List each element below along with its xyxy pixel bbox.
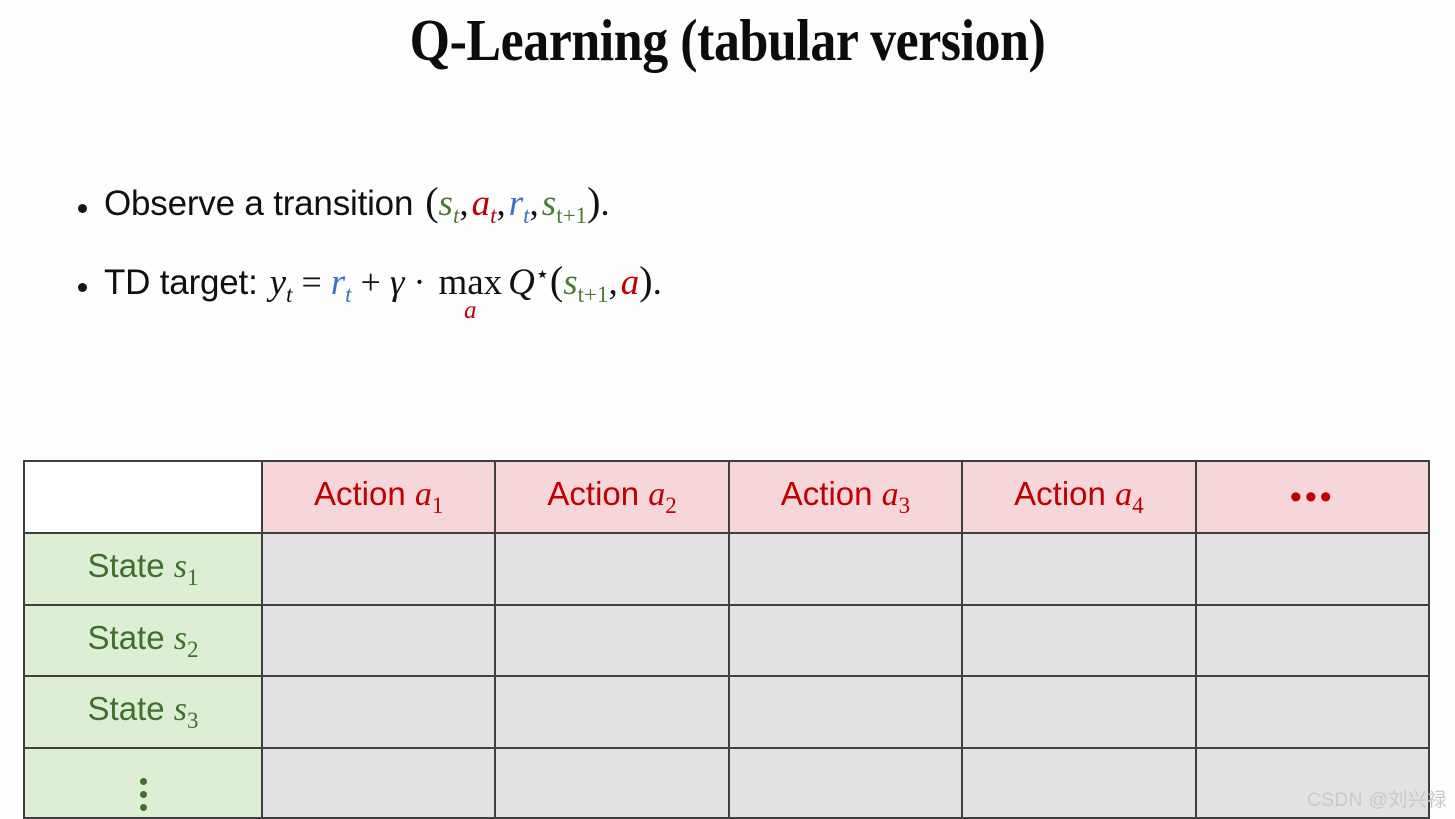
comma-2: , bbox=[496, 183, 506, 224]
close-paren: ) bbox=[587, 179, 601, 224]
header-label: Action bbox=[780, 475, 873, 512]
table-row-label-state-2: State s2 bbox=[23, 604, 263, 677]
table-cell[interactable] bbox=[1194, 675, 1431, 749]
max-operator: max a bbox=[438, 262, 503, 325]
vertical-ellipsis-icon bbox=[139, 778, 147, 811]
max-subscript-a: a bbox=[464, 297, 477, 325]
state-symbol: s2 bbox=[173, 619, 199, 662]
symbol-state-t: st bbox=[438, 183, 460, 228]
comma-1: , bbox=[459, 183, 469, 224]
table-row bbox=[23, 747, 1431, 819]
bullet-1-lead: Observe a transition bbox=[104, 184, 414, 223]
bullet-dot-icon bbox=[78, 283, 87, 292]
symbol-q-star: Q⋆ bbox=[508, 262, 550, 303]
header-symbol: a3 bbox=[881, 476, 911, 518]
table-row: State s1 bbox=[23, 532, 1431, 606]
bullet-dot-icon bbox=[78, 204, 87, 213]
state-symbol: s3 bbox=[173, 691, 199, 733]
header-symbol: a4 bbox=[1115, 476, 1144, 518]
table-header-action-2: Action a2 bbox=[494, 460, 730, 534]
table-header-row: Action a1 Action a2 Action a3 Action a4 … bbox=[23, 460, 1431, 534]
period-2: . bbox=[652, 262, 662, 303]
table-cell[interactable] bbox=[494, 604, 730, 677]
table-cell[interactable] bbox=[260, 604, 497, 677]
cdot-sign: · bbox=[413, 262, 426, 302]
bullet-td-target: TD target: yt = rt + γ · max a Q⋆ ( st+1… bbox=[78, 261, 1378, 323]
open-paren: ( bbox=[549, 258, 564, 303]
table-corner-cell bbox=[23, 460, 263, 534]
table-cell[interactable] bbox=[260, 675, 497, 749]
bullet-td-target-text: TD target: yt = rt + γ · max a Q⋆ ( st+1… bbox=[104, 258, 662, 325]
table-header-more-actions: ••• bbox=[1194, 460, 1431, 534]
table-cell[interactable] bbox=[260, 532, 497, 606]
symbol-gamma: γ bbox=[389, 262, 405, 303]
page-title: Q-Learning (tabular version) bbox=[409, 7, 1046, 73]
table-header-action-1: Action a1 bbox=[260, 460, 497, 534]
close-paren: ) bbox=[639, 258, 653, 303]
table-cell[interactable] bbox=[494, 747, 730, 819]
period-1: . bbox=[600, 183, 610, 224]
header-label: Action bbox=[547, 475, 640, 512]
table-cell[interactable] bbox=[961, 675, 1197, 749]
table-cell[interactable] bbox=[260, 747, 497, 819]
bullet-list: Observe a transition ( st , at , rt , st… bbox=[78, 182, 1378, 357]
table-header-action-4: Action a4 bbox=[961, 460, 1197, 534]
table-cell[interactable] bbox=[961, 532, 1197, 606]
table-row: State s3 bbox=[23, 675, 1431, 749]
state-symbol: s1 bbox=[173, 548, 199, 590]
symbol-action-a: a bbox=[620, 262, 640, 303]
table-header-action-3: Action a3 bbox=[727, 460, 964, 534]
open-paren: ( bbox=[425, 179, 439, 224]
max-label: max bbox=[438, 262, 503, 303]
symbol-reward-t: rt bbox=[330, 262, 352, 307]
equals-sign: = bbox=[301, 262, 322, 302]
table-row-label-state-3: State s3 bbox=[23, 675, 263, 749]
symbol-action-t: at bbox=[471, 183, 497, 228]
q-value-table: Action a1 Action a2 Action a3 Action a4 … bbox=[23, 460, 1431, 819]
header-symbol: a2 bbox=[648, 476, 677, 518]
comma-3: , bbox=[529, 183, 539, 224]
comma-4: , bbox=[608, 262, 618, 303]
table-cell[interactable] bbox=[1194, 532, 1431, 606]
table-row-label-more-states bbox=[23, 747, 263, 819]
symbol-reward-t: rt bbox=[508, 183, 530, 228]
header-label: Action bbox=[1014, 475, 1106, 512]
table-cell[interactable] bbox=[961, 747, 1197, 819]
symbol-state-t-plus-1: st+1 bbox=[563, 262, 609, 307]
symbol-state-t-plus-1: st+1 bbox=[541, 183, 588, 228]
csdn-watermark: CSDN @刘兴禄 bbox=[1307, 790, 1447, 811]
table-cell[interactable] bbox=[494, 532, 730, 606]
bullet-2-lead: TD target: bbox=[104, 263, 258, 302]
table-cell[interactable] bbox=[1194, 604, 1431, 677]
table-cell[interactable] bbox=[727, 747, 964, 819]
bullet-observe-transition: Observe a transition ( st , at , rt , st… bbox=[78, 182, 1378, 227]
state-label: State bbox=[87, 690, 165, 727]
state-label: State bbox=[87, 547, 165, 584]
symbol-y-t: yt bbox=[269, 262, 293, 307]
table-cell[interactable] bbox=[727, 604, 964, 677]
table-cell[interactable] bbox=[494, 675, 730, 749]
table-cell[interactable] bbox=[727, 675, 964, 749]
plus-sign: + bbox=[360, 262, 381, 302]
table-row: State s2 bbox=[23, 604, 1431, 677]
header-label: Action bbox=[314, 475, 406, 512]
header-symbol: a1 bbox=[414, 476, 444, 518]
state-label: State bbox=[87, 618, 165, 656]
table-cell[interactable] bbox=[727, 532, 964, 606]
bullet-observe-text: Observe a transition ( st , at , rt , st… bbox=[104, 179, 610, 228]
table-cell[interactable] bbox=[961, 604, 1197, 677]
table-row-label-state-1: State s1 bbox=[23, 532, 263, 606]
horizontal-ellipsis-icon: ••• bbox=[1289, 478, 1335, 516]
